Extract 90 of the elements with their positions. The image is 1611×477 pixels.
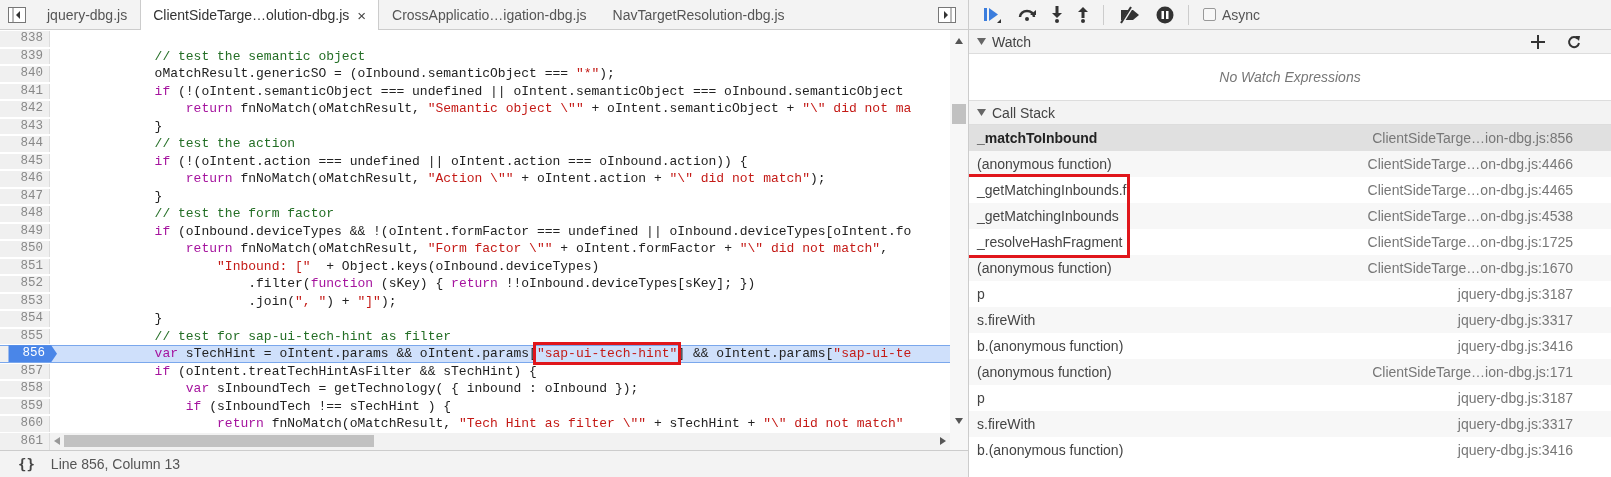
call-stack-frame[interactable]: (anonymous function) ClientSideTarge…on-dbg.js:1670 <box>969 255 1611 281</box>
async-checkbox[interactable]: Async <box>1203 6 1261 23</box>
code-line: .filter(function (sKey) { return !!oInbound.deviceTypes[sKey]; }) <box>247 276 756 292</box>
section-header[interactable]: Call Stack <box>969 101 1611 125</box>
close-icon[interactable]: × <box>357 6 367 24</box>
code-line: if (sInboundTech !== sTechHint ) { <box>184 398 452 414</box>
function-name: _matchToInbound <box>977 130 1098 146</box>
function-name: _getMatchingInbounds.f <box>977 182 1127 198</box>
cursor-position: Line 856, Column 13 <box>50 456 181 472</box>
horizontal-scrollbar[interactable] <box>50 432 950 450</box>
code-line: "Inbound: [" + Object.keys(oInbound.deviceTypes) <box>216 258 600 274</box>
call-stack-frame[interactable]: (anonymous function) ClientSideTarge…on-dbg.js:4466 <box>969 151 1611 177</box>
code-line: if (!(oIntent.action === undefined || oIntent.action === oInbound.action)) { <box>153 153 748 169</box>
sidebar-toggle-icon[interactable] <box>8 6 26 23</box>
scroll-left-icon[interactable] <box>54 437 60 446</box>
code-line: // test the form factor <box>153 206 335 222</box>
tab-label: jquery-dbg.js <box>47 7 128 23</box>
source-location: ClientSideTarge…on-dbg.js:1670 <box>1367 260 1573 276</box>
call-stack-frame[interactable]: (anonymous function) ClientSideTarge…ion-dbg.js:171 <box>969 359 1611 385</box>
call-stack-frame[interactable]: s.fireWith jquery-dbg.js:3317 <box>969 411 1611 437</box>
function-name: _getMatchingInbounds <box>977 208 1119 224</box>
function-name: (anonymous function) <box>977 260 1112 276</box>
file-tab[interactable]: CrossApplicatio…igation-dbg.js <box>379 0 600 30</box>
source-location: jquery-dbg.js:3416 <box>1457 338 1573 354</box>
function-name: p <box>977 390 985 406</box>
code-line: return fnNoMatch(oMatchResult, "Semantic object \"" + oIntent.semanticObject + "\" did not ma <box>184 101 912 117</box>
scrollbar-thumb[interactable] <box>952 104 966 124</box>
code-line: } <box>153 118 163 134</box>
code-line: } <box>153 188 163 204</box>
add-icon[interactable] <box>1531 34 1545 49</box>
scroll-up-icon[interactable] <box>955 38 963 44</box>
file-tab[interactable]: NavTargetResolution-dbg.js <box>599 0 798 30</box>
section-title: Watch <box>992 33 1032 50</box>
call-stack-frame[interactable]: _matchToInbound ClientSideTarge…ion-dbg.js:856 <box>969 125 1611 151</box>
file-tab[interactable]: jquery-dbg.js <box>34 0 141 30</box>
function-name: b.(anonymous function) <box>977 442 1124 458</box>
source-location: ClientSideTarge…ion-dbg.js:171 <box>1372 364 1573 380</box>
vertical-scrollbar[interactable] <box>950 30 968 450</box>
code-line: } <box>153 311 163 327</box>
pretty-print-button[interactable]: {} <box>18 456 35 472</box>
resume-icon[interactable] <box>983 5 1003 24</box>
section-header[interactable]: Watch <box>969 30 1611 54</box>
code-line: oMatchResult.genericSO = (oInbound.semanticObject === "*"); <box>153 66 615 82</box>
code-line: // test for sap-ui-tech-hint as filter <box>153 328 452 344</box>
function-name: s.fireWith <box>977 416 1036 432</box>
source-location: jquery-dbg.js:3187 <box>1457 390 1573 406</box>
source-location: ClientSideTarge…on-dbg.js:4466 <box>1367 156 1573 172</box>
source-location: jquery-dbg.js:3416 <box>1457 442 1573 458</box>
source-location: ClientSideTarge…on-dbg.js:4465 <box>1367 182 1573 198</box>
source-location: jquery-dbg.js:3317 <box>1457 416 1573 432</box>
function-name: _resolveHashFragment <box>977 234 1123 250</box>
file-tab[interactable]: ClientSideTarge…olution-dbg.js × <box>140 0 380 30</box>
tab-label: NavTargetResolution-dbg.js <box>612 7 785 23</box>
scrollbar-thumb[interactable] <box>64 435 374 448</box>
code-line: return fnNoMatch(oMatchResult, "Form factor \"" + oIntent.formFactor + "\" did not match", <box>184 241 888 257</box>
code-line: if (oInbound.deviceTypes && !(oIntent.formFactor === undefined || oInbound.deviceTypes[oIntent.fo <box>153 223 912 239</box>
step-out-icon[interactable] <box>1077 5 1089 24</box>
code-line: return fnNoMatch(oMatchResult, "Action \"" + oIntent.action + "\" did not match"); <box>184 171 826 187</box>
code-line: .join(", ") + "]"); <box>247 293 397 309</box>
call-stack-frame[interactable]: s.fireWith jquery-dbg.js:3317 <box>969 307 1611 333</box>
step-into-icon[interactable] <box>1051 5 1063 24</box>
function-name: b.(anonymous function) <box>977 338 1124 354</box>
source-location: ClientSideTarge…on-dbg.js:4538 <box>1367 208 1573 224</box>
line-number: 861 <box>20 432 44 450</box>
tab-label: ClientSideTarge…olution-dbg.js <box>153 7 350 23</box>
function-name: (anonymous function) <box>977 156 1112 172</box>
function-name: p <box>977 286 985 302</box>
call-stack-frame[interactable]: _getMatchingInbounds ClientSideTarge…on-dbg.js:4538 <box>969 203 1611 229</box>
refresh-icon[interactable] <box>1567 34 1581 49</box>
tab-label: CrossApplicatio…igation-dbg.js <box>392 7 587 23</box>
scroll-down-icon[interactable] <box>955 418 963 424</box>
code-line: if (oIntent.treatTechHintAsFilter && sTechHint) { <box>153 363 537 379</box>
pause-icon[interactable] <box>1156 5 1174 24</box>
source-location: jquery-dbg.js:3187 <box>1457 286 1573 302</box>
scroll-right-icon[interactable] <box>940 437 946 446</box>
source-location: ClientSideTarge…on-dbg.js:1725 <box>1367 234 1573 250</box>
code-line: var sInboundTech = getTechnology( { inbound : oInbound }); <box>184 381 639 397</box>
code-line: // test the action <box>153 136 296 152</box>
expanded-triangle-icon <box>977 108 986 117</box>
sidebar-toggle-icon[interactable] <box>938 6 956 23</box>
code-line: if (!(oIntent.semanticObject === undefined || oIntent.semanticObject === oInbound.semanticObject <box>153 83 904 99</box>
function-name: s.fireWith <box>977 312 1036 328</box>
code-line: return fnNoMatch(oMatchResult, "Tech Hint as filter \"" + sTechHint + "\" did not match" <box>216 416 904 432</box>
line-number[interactable]: 856 <box>8 345 57 363</box>
section-title: Call Stack <box>992 104 1056 121</box>
source-location: jquery-dbg.js:3317 <box>1457 312 1573 328</box>
code-line: // test the semantic object <box>153 48 366 64</box>
source-location: ClientSideTarge…ion-dbg.js:856 <box>1372 130 1573 146</box>
function-name: (anonymous function) <box>977 364 1112 380</box>
expanded-triangle-icon <box>977 37 986 46</box>
